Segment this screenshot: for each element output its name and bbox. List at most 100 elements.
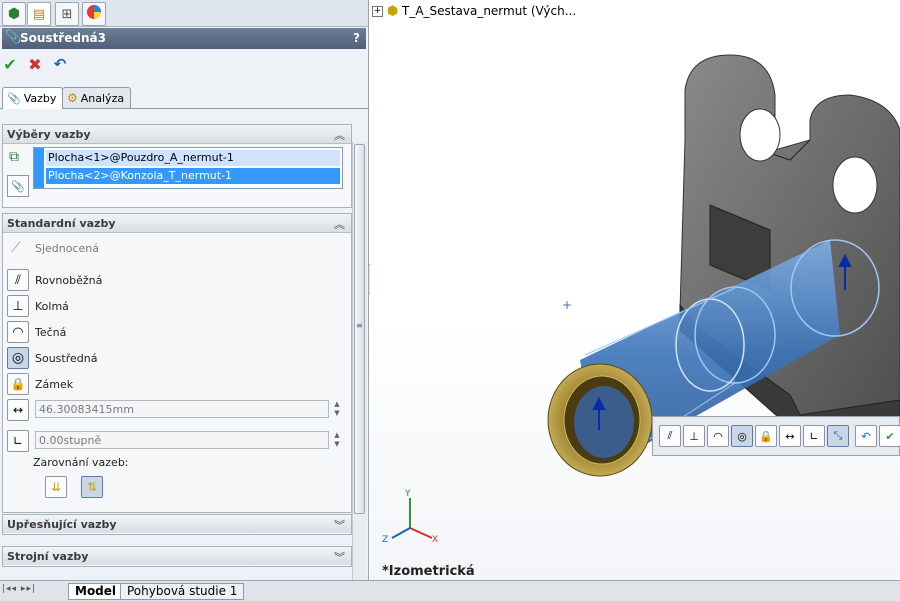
parallel-mate-button[interactable]: ⫽ — [7, 269, 29, 291]
lock-label: Zámek — [35, 378, 74, 391]
angle-value-field[interactable]: 0.00stupně — [35, 431, 329, 449]
tab-scroll-arrows-icon[interactable]: |◂◂ ▸▸| — [2, 584, 36, 594]
feature-tree-icon: ⬢ — [7, 6, 21, 22]
analysis-icon: ⚙ — [67, 91, 78, 105]
list-item[interactable]: Plocha<1>@Pouzdro_A_nermut-1 — [46, 150, 340, 166]
mate-selections-header[interactable]: Výběry vazby ︽ — [3, 125, 351, 144]
tangent-mate-button[interactable]: ◠ — [7, 321, 29, 343]
coincident-icon: ⟋ — [11, 240, 21, 256]
advanced-mates-group[interactable]: Upřesňující vazby ︾ — [2, 514, 352, 535]
feature-tree-root[interactable]: + ⬢ T_A_Sestava_nermut (Vých... — [372, 4, 576, 19]
origin-cross-icon: + — [562, 298, 572, 312]
tab-analysis[interactable]: ⚙ Analýza — [62, 87, 132, 108]
concentric-mate-button[interactable]: ◎ — [7, 347, 29, 369]
selection-entity-icon: ⧉ — [9, 149, 19, 165]
distance-value-field[interactable]: 46.30083415mm — [35, 400, 329, 418]
appearance-manager-tab[interactable] — [82, 2, 106, 26]
quick-parallel-button[interactable]: ⫽ — [659, 425, 681, 447]
mechanical-mates-header[interactable]: Strojní vazby ︾ — [3, 547, 351, 565]
tab-motion-study[interactable]: Pohybová studie 1 — [120, 583, 245, 600]
quick-tangent-button[interactable]: ◠ — [707, 425, 729, 447]
mate-alignment-label: Zarovnání vazeb: — [33, 456, 129, 469]
expand-chevron-icon[interactable]: ︾ — [334, 549, 345, 565]
lock-icon: 🔒 — [10, 377, 26, 391]
quick-concentric-button[interactable]: ◎ — [731, 425, 753, 447]
view-orientation-label: *Izometrická — [382, 564, 475, 579]
bottom-tab-bar: |◂◂ ▸▸| Model Pohybová studie 1 — [0, 580, 900, 601]
flip-alignment-icon: ⤡ — [833, 429, 843, 442]
cancel-button[interactable]: ✖ — [25, 54, 45, 74]
ok-icon: ✔ — [885, 429, 895, 443]
mate-selections-heading: Výběry vazby — [7, 128, 91, 141]
graphics-area[interactable]: + Y X Z — [370, 0, 900, 580]
subtabs: 📎 Vazby ⚙ Analýza — [0, 86, 368, 109]
ok-button[interactable]: ✔ — [0, 54, 20, 74]
mechanical-mates-group[interactable]: Strojní vazby ︾ — [2, 546, 352, 567]
expand-chevron-icon[interactable]: ︾ — [334, 517, 345, 533]
quick-flip-alignment-button[interactable]: ⤡ — [827, 425, 849, 447]
triad-z-label: Z — [382, 535, 388, 545]
quick-angle-button[interactable]: ∟ — [803, 425, 825, 447]
appearance-icon — [86, 4, 102, 24]
angle-icon: ∟ — [809, 429, 819, 443]
lock-icon: 🔒 — [759, 429, 773, 443]
pin-selection-button[interactable]: 📎 — [7, 175, 29, 197]
undo-icon: ↶ — [861, 429, 871, 443]
selection-color-bar — [34, 148, 44, 188]
standard-mates-heading: Standardní vazby — [7, 217, 116, 230]
quick-distance-button[interactable]: ↔ — [779, 425, 801, 447]
distance-spinner[interactable]: ▲ ▼ — [331, 400, 343, 418]
quick-mate-toolbar: ⫽ ⊥ ◠ ◎ 🔒 ↔ ∟ ⤡ ↶ ✔ — [652, 416, 900, 456]
advanced-mates-heading: Upřesňující vazby — [7, 518, 117, 531]
paperclip-icon: 📎 — [7, 92, 21, 105]
distance-mate-button[interactable]: ↔ — [7, 399, 29, 421]
lock-mate-button[interactable]: 🔒 — [7, 373, 29, 395]
standard-mates-header[interactable]: Standardní vazby ︽ — [3, 214, 351, 233]
axis-triad: Y X Z — [382, 489, 438, 545]
panel-title-bar: 📎 Soustředná3 ? — [2, 28, 366, 49]
collapse-chevron-icon[interactable]: ︽ — [334, 127, 345, 143]
assembly-icon: ⬢ — [386, 4, 399, 19]
undo-button[interactable]: ↶ — [50, 54, 70, 74]
triad-x-label: X — [432, 535, 438, 545]
concentric-label: Soustředná — [35, 352, 98, 365]
mate-selections-list[interactable]: Plocha<1>@Pouzdro_A_nermut-1 Plocha<2>@K… — [33, 147, 343, 189]
help-button[interactable]: ? — [353, 31, 360, 45]
feature-manager-tab[interactable]: ⬢ — [2, 2, 26, 26]
tab-analysis-label: Analýza — [80, 91, 125, 105]
expand-plus-icon[interactable]: + — [372, 6, 383, 17]
anti-aligned-button[interactable]: ⇅ — [81, 476, 103, 498]
triad-y-label: Y — [404, 489, 411, 499]
collapse-chevron-icon[interactable]: ︽ — [334, 216, 345, 232]
grip-icon: ≡ — [356, 321, 363, 330]
advanced-mates-header[interactable]: Upřesňující vazby ︾ — [3, 515, 351, 533]
paperclip-icon: 📎 — [11, 179, 25, 193]
manager-tabs: ⬢ ▤ ⊞ — [0, 0, 368, 27]
scrollbar-thumb[interactable]: ≡ — [354, 144, 365, 514]
list-item[interactable]: Plocha<2>@Konzola_T_nermut-1 — [46, 168, 340, 184]
tab-mates[interactable]: 📎 Vazby — [2, 87, 64, 109]
aligned-button[interactable]: ⇊ — [45, 476, 67, 498]
standard-mates-group: Standardní vazby ︽ ⟋ Sjednocená ⫽ Rovnob… — [2, 213, 352, 513]
quick-undo-button[interactable]: ↶ — [855, 425, 877, 447]
quick-perpendicular-button[interactable]: ⊥ — [683, 425, 705, 447]
perpendicular-mate-button[interactable]: ⊥ — [7, 295, 29, 317]
tree-root-label: T_A_Sestava_nermut (Vých... — [402, 4, 577, 18]
perpendicular-icon: ⊥ — [12, 298, 24, 314]
quick-lock-button[interactable]: 🔒 — [755, 425, 777, 447]
tangent-icon: ◠ — [713, 429, 723, 443]
configuration-manager-tab[interactable]: ⊞ — [55, 2, 79, 26]
mechanical-mates-heading: Strojní vazby — [7, 550, 89, 563]
angle-spinner[interactable]: ▲ ▼ — [331, 431, 343, 449]
parallel-icon: ⫽ — [15, 272, 21, 288]
mate-selections-group: Výběry vazby ︽ ⧉ 📎 Plocha<1>@Pouzdro_A_n… — [2, 124, 352, 208]
coincident-label: Sjednocená — [35, 242, 100, 255]
property-manager-panel: ⬢ ▤ ⊞ 📎 Soustředná3 ? ✔ ✖ ↶ 📎 Vazby ⚙ An… — [0, 0, 369, 580]
tangent-label: Tečná — [35, 326, 67, 339]
tab-model[interactable]: Model — [68, 583, 124, 600]
angle-mate-button[interactable]: ∟ — [7, 430, 29, 452]
aligned-icon: ⇊ — [50, 480, 62, 494]
quick-ok-button[interactable]: ✔ — [879, 425, 900, 447]
property-icon: ▤ — [32, 6, 46, 22]
property-manager-tab[interactable]: ▤ — [27, 2, 51, 26]
